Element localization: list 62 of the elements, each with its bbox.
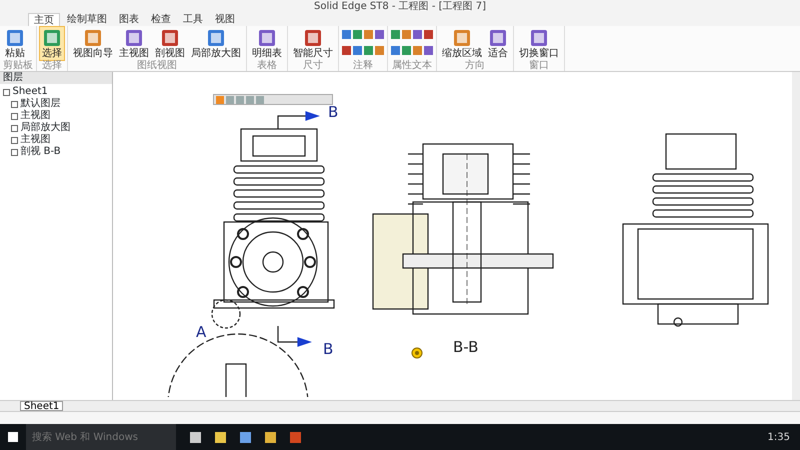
section-arrow xyxy=(277,326,312,347)
ribbon-button[interactable]: 剖视图 xyxy=(153,27,187,60)
tool-icon xyxy=(207,29,225,47)
tool-icon xyxy=(84,29,102,47)
tool-icon xyxy=(6,29,24,47)
taskbar-app-icon[interactable] xyxy=(265,432,276,442)
window-title: Solid Edge ST8 - 工程图 - [工程图 7] xyxy=(313,0,487,13)
ribbon-tab[interactable]: 绘制草图 xyxy=(62,13,112,26)
tree-item[interactable]: 剖视 B-B xyxy=(20,146,61,158)
tool-icon xyxy=(43,29,61,47)
clock-time: 1:35 xyxy=(768,430,790,444)
pane-title: 图层 xyxy=(0,72,112,84)
tree-item[interactable]: 主视图 xyxy=(20,110,50,122)
ribbon-tab[interactable]: 主页 xyxy=(28,13,60,26)
group-label: 剪贴板 xyxy=(3,60,33,71)
ribbon-tab[interactable]: 视图 xyxy=(210,13,240,26)
tool-icon xyxy=(258,29,276,47)
tool-icon xyxy=(161,29,179,47)
ribbon-button[interactable]: 主视图 xyxy=(117,27,151,60)
taskbar-app-icon[interactable] xyxy=(240,432,251,442)
section-label: B xyxy=(323,340,334,358)
ribbon-button[interactable]: 缩放区域 xyxy=(440,27,484,60)
section-arrow xyxy=(277,111,320,129)
tree-item[interactable]: 局部放大图 xyxy=(20,122,70,134)
tool-icon xyxy=(453,29,471,47)
group-label: 选择 xyxy=(41,60,63,71)
ribbon-button[interactable]: 粘贴 xyxy=(3,27,27,60)
ribbon-button[interactable]: 切换窗口 xyxy=(517,27,561,60)
tool-icon xyxy=(304,29,322,47)
tree-item[interactable]: 默认图层 xyxy=(20,98,60,110)
cursor-icon xyxy=(412,348,422,358)
ribbon-button[interactable]: 视图向导 xyxy=(71,27,115,60)
ribbon-tab[interactable]: 工具 xyxy=(178,13,208,26)
group-label: 尺寸 xyxy=(302,60,324,71)
search-field[interactable]: 搜索 Web 和 Windows xyxy=(26,424,176,450)
ribbon-tab[interactable]: 检查 xyxy=(146,13,176,26)
taskbar-app-icon[interactable] xyxy=(215,432,226,442)
ribbon-button[interactable]: 选择 xyxy=(40,27,64,60)
taskbar-app-icon[interactable] xyxy=(190,432,201,442)
tool-icon xyxy=(530,29,548,47)
group-label: 表格 xyxy=(256,60,278,71)
group-label: 属性文本 xyxy=(391,60,433,71)
tool-icon xyxy=(125,29,143,47)
view-label: B-B xyxy=(453,338,478,356)
ribbon-tab[interactable]: 图表 xyxy=(114,13,144,26)
section-label: B xyxy=(328,103,338,121)
group-label: 注释 xyxy=(352,60,374,71)
ribbon-button[interactable]: 智能尺寸 xyxy=(291,27,335,60)
tree-item[interactable]: Sheet1 xyxy=(12,86,48,98)
detail-label: A xyxy=(196,323,206,341)
tool-icon xyxy=(489,29,507,47)
sheet-tab[interactable]: Sheet1 xyxy=(20,401,64,411)
tree-item[interactable]: 主视图 xyxy=(20,134,50,146)
group-label: 方向 xyxy=(464,60,486,71)
ribbon-button[interactable]: 局部放大图 xyxy=(189,27,243,60)
ribbon-button[interactable]: 明细表 xyxy=(250,27,284,60)
group-label: 图纸视图 xyxy=(136,60,178,71)
detail-circle xyxy=(211,299,241,329)
start-icon[interactable] xyxy=(8,432,18,442)
command-bar[interactable] xyxy=(0,411,800,424)
ribbon-button[interactable]: 适合 xyxy=(486,27,510,60)
group-label: 窗口 xyxy=(528,60,550,71)
